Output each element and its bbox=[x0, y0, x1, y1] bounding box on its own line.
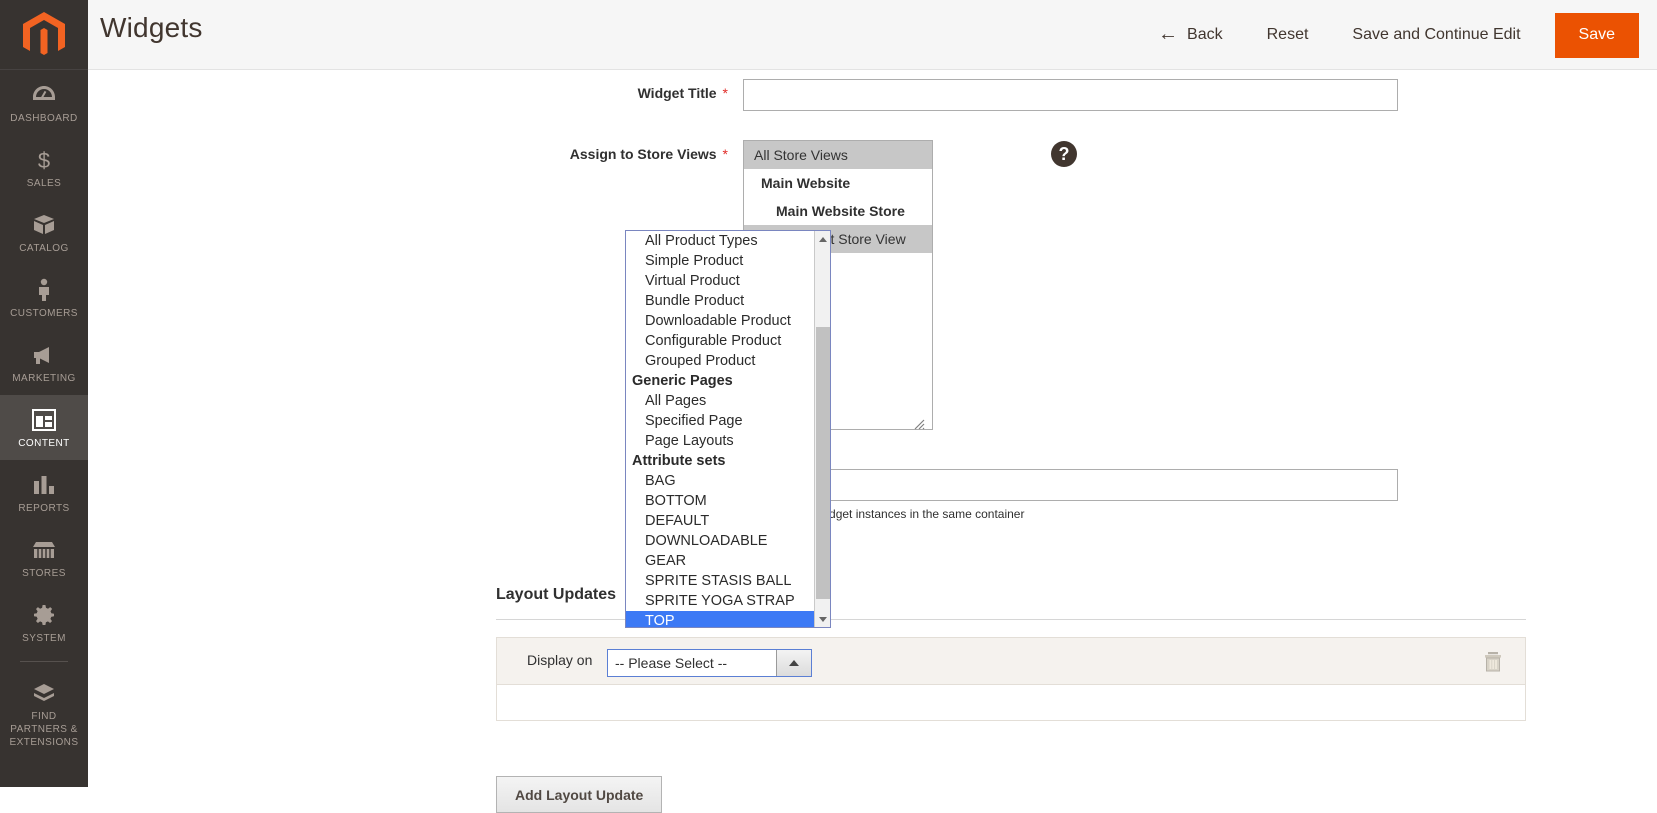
dropdown-option[interactable]: Grouped Product bbox=[626, 351, 816, 371]
sidebar-item-dashboard[interactable]: DASHBOARD bbox=[0, 70, 88, 135]
widget-title-input[interactable] bbox=[743, 79, 1398, 111]
scrollbar-thumb[interactable] bbox=[816, 327, 830, 599]
back-arrow-icon: ← bbox=[1158, 23, 1179, 45]
sidebar-item-stores[interactable]: STORES bbox=[0, 525, 88, 590]
storefront-icon bbox=[2, 537, 86, 563]
save-and-continue-edit-button[interactable]: Save and Continue Edit bbox=[1330, 0, 1542, 70]
sidebar-item-label: STORES bbox=[22, 568, 66, 579]
sidebar-item-marketing[interactable]: MARKETING bbox=[0, 330, 88, 395]
magento-logo-link[interactable] bbox=[0, 0, 88, 70]
dashboard-icon bbox=[2, 82, 86, 108]
back-button[interactable]: ← Back bbox=[1136, 0, 1245, 70]
main-content: Widget Title * Assign to Store Views * All… bbox=[88, 71, 1657, 813]
page-header: Widgets ← Back Reset Save and Continue E… bbox=[88, 0, 1657, 70]
dollar-icon: $ bbox=[2, 147, 86, 173]
store-view-option[interactable]: Main Website Store bbox=[744, 197, 932, 225]
help-tooltip-icon[interactable]: ? bbox=[1051, 141, 1077, 167]
sidebar-item-sales[interactable]: $ SALES bbox=[0, 135, 88, 200]
dropdown-option[interactable]: GEAR bbox=[626, 551, 816, 571]
megaphone-icon bbox=[2, 342, 86, 368]
header-actions: ← Back Reset Save and Continue Edit Save bbox=[1136, 0, 1657, 70]
sidebar-item-label: REPORTS bbox=[18, 503, 70, 514]
display-on-select[interactable]: -- Please Select -- bbox=[607, 649, 812, 677]
required-marker: * bbox=[722, 85, 728, 101]
assign-store-views-label: Assign to Store Views * bbox=[569, 146, 728, 162]
dropdown-option[interactable]: SPRITE STASIS BALL bbox=[626, 571, 816, 591]
sidebar-item-label: DASHBOARD bbox=[10, 113, 78, 124]
box-icon bbox=[2, 212, 86, 238]
dropdown-option[interactable]: Bundle Product bbox=[626, 291, 816, 311]
sidebar-item-label: SALES bbox=[26, 178, 62, 189]
dropdown-option[interactable]: Configurable Product bbox=[626, 331, 816, 351]
sidebar-item-label: FIND PARTNERS & EXTENSIONS bbox=[9, 711, 79, 748]
dropdown-option-list: All Product Types Simple Product Virtual P… bbox=[626, 231, 830, 627]
magento-logo-icon bbox=[23, 11, 65, 55]
sidebar-item-label: CUSTOMERS bbox=[10, 308, 78, 319]
sidebar-item-content[interactable]: CONTENT bbox=[0, 395, 88, 460]
sidebar-item-customers[interactable]: CUSTOMERS bbox=[0, 265, 88, 330]
reset-button-label: Reset bbox=[1266, 26, 1309, 43]
display-on-label: Display on bbox=[527, 652, 593, 668]
sidebar-item-reports[interactable]: REPORTS bbox=[0, 460, 88, 525]
sidebar-divider bbox=[20, 661, 68, 662]
sidebar-item-label: CATALOG bbox=[19, 243, 69, 254]
dropdown-option[interactable]: Downloadable Product bbox=[626, 311, 816, 331]
person-icon bbox=[2, 277, 86, 303]
display-on-selected-value: -- Please Select -- bbox=[615, 655, 728, 671]
layout-updates-section-title: Layout Updates bbox=[496, 586, 617, 603]
dropdown-group-label: Attribute sets bbox=[632, 453, 726, 469]
dropdown-option[interactable]: SPRITE YOGA STRAP bbox=[626, 591, 816, 611]
back-button-label: Back bbox=[1187, 26, 1223, 43]
layout-update-row: Display on -- Please Select -- bbox=[496, 637, 1526, 685]
dropdown-option[interactable]: All Pages bbox=[626, 391, 816, 411]
store-view-option[interactable]: All Store Views bbox=[744, 141, 932, 169]
dropdown-option[interactable]: Page Layouts bbox=[626, 431, 816, 451]
sidebar-item-system[interactable]: SYSTEM bbox=[0, 590, 88, 655]
dropdown-option[interactable]: BAG bbox=[626, 471, 816, 491]
sidebar-item-label: MARKETING bbox=[12, 373, 76, 384]
svg-text:$: $ bbox=[38, 148, 50, 172]
trash-icon[interactable] bbox=[1483, 651, 1503, 673]
sidebar-item-find-partners[interactable]: FIND PARTNERS & EXTENSIONS bbox=[0, 668, 88, 759]
dropdown-scrollbar[interactable] bbox=[814, 231, 830, 627]
required-marker: * bbox=[722, 146, 728, 162]
dropdown-option[interactable]: DOWNLOADABLE bbox=[626, 531, 816, 551]
scrollbar-up-button[interactable] bbox=[815, 231, 830, 247]
gear-icon bbox=[2, 602, 86, 628]
sidebar-item-label: CONTENT bbox=[18, 438, 70, 449]
admin-sidebar: DASHBOARD $ SALES CATALOG CUSTOMERS MARK… bbox=[0, 0, 88, 787]
dropdown-option[interactable]: BOTTOM bbox=[626, 491, 816, 511]
dropdown-option[interactable]: Specified Page bbox=[626, 411, 816, 431]
dropdown-option[interactable]: All Product Types bbox=[626, 231, 816, 251]
sort-order-input[interactable] bbox=[743, 469, 1398, 501]
sidebar-item-label: SYSTEM bbox=[22, 633, 66, 644]
display-on-dropdown-popup[interactable]: All Product Types Simple Product Virtual P… bbox=[625, 230, 831, 628]
widget-title-label: Widget Title * bbox=[637, 85, 728, 101]
scrollbar-down-button[interactable] bbox=[815, 611, 830, 627]
extensions-icon bbox=[2, 680, 86, 706]
chevron-up-icon[interactable] bbox=[776, 650, 811, 676]
save-and-continue-edit-label: Save and Continue Edit bbox=[1352, 26, 1521, 43]
dropdown-option[interactable]: Simple Product bbox=[626, 251, 816, 271]
add-layout-update-button[interactable]: Add Layout Update bbox=[496, 776, 663, 813]
bar-chart-icon bbox=[2, 472, 86, 498]
layout-update-row-body bbox=[496, 685, 1526, 721]
dropdown-option[interactable]: DEFAULT bbox=[626, 511, 816, 531]
reset-button[interactable]: Reset bbox=[1245, 0, 1331, 70]
store-view-option[interactable]: Main Website bbox=[744, 169, 932, 197]
save-button[interactable]: Save bbox=[1554, 12, 1639, 58]
page-title: Widgets bbox=[100, 12, 203, 43]
sidebar-item-catalog[interactable]: CATALOG bbox=[0, 200, 88, 265]
layout-icon bbox=[2, 407, 86, 433]
dropdown-option[interactable]: TOP bbox=[626, 611, 830, 627]
dropdown-option[interactable]: Virtual Product bbox=[626, 271, 816, 291]
dropdown-group-label: Generic Pages bbox=[632, 373, 733, 389]
